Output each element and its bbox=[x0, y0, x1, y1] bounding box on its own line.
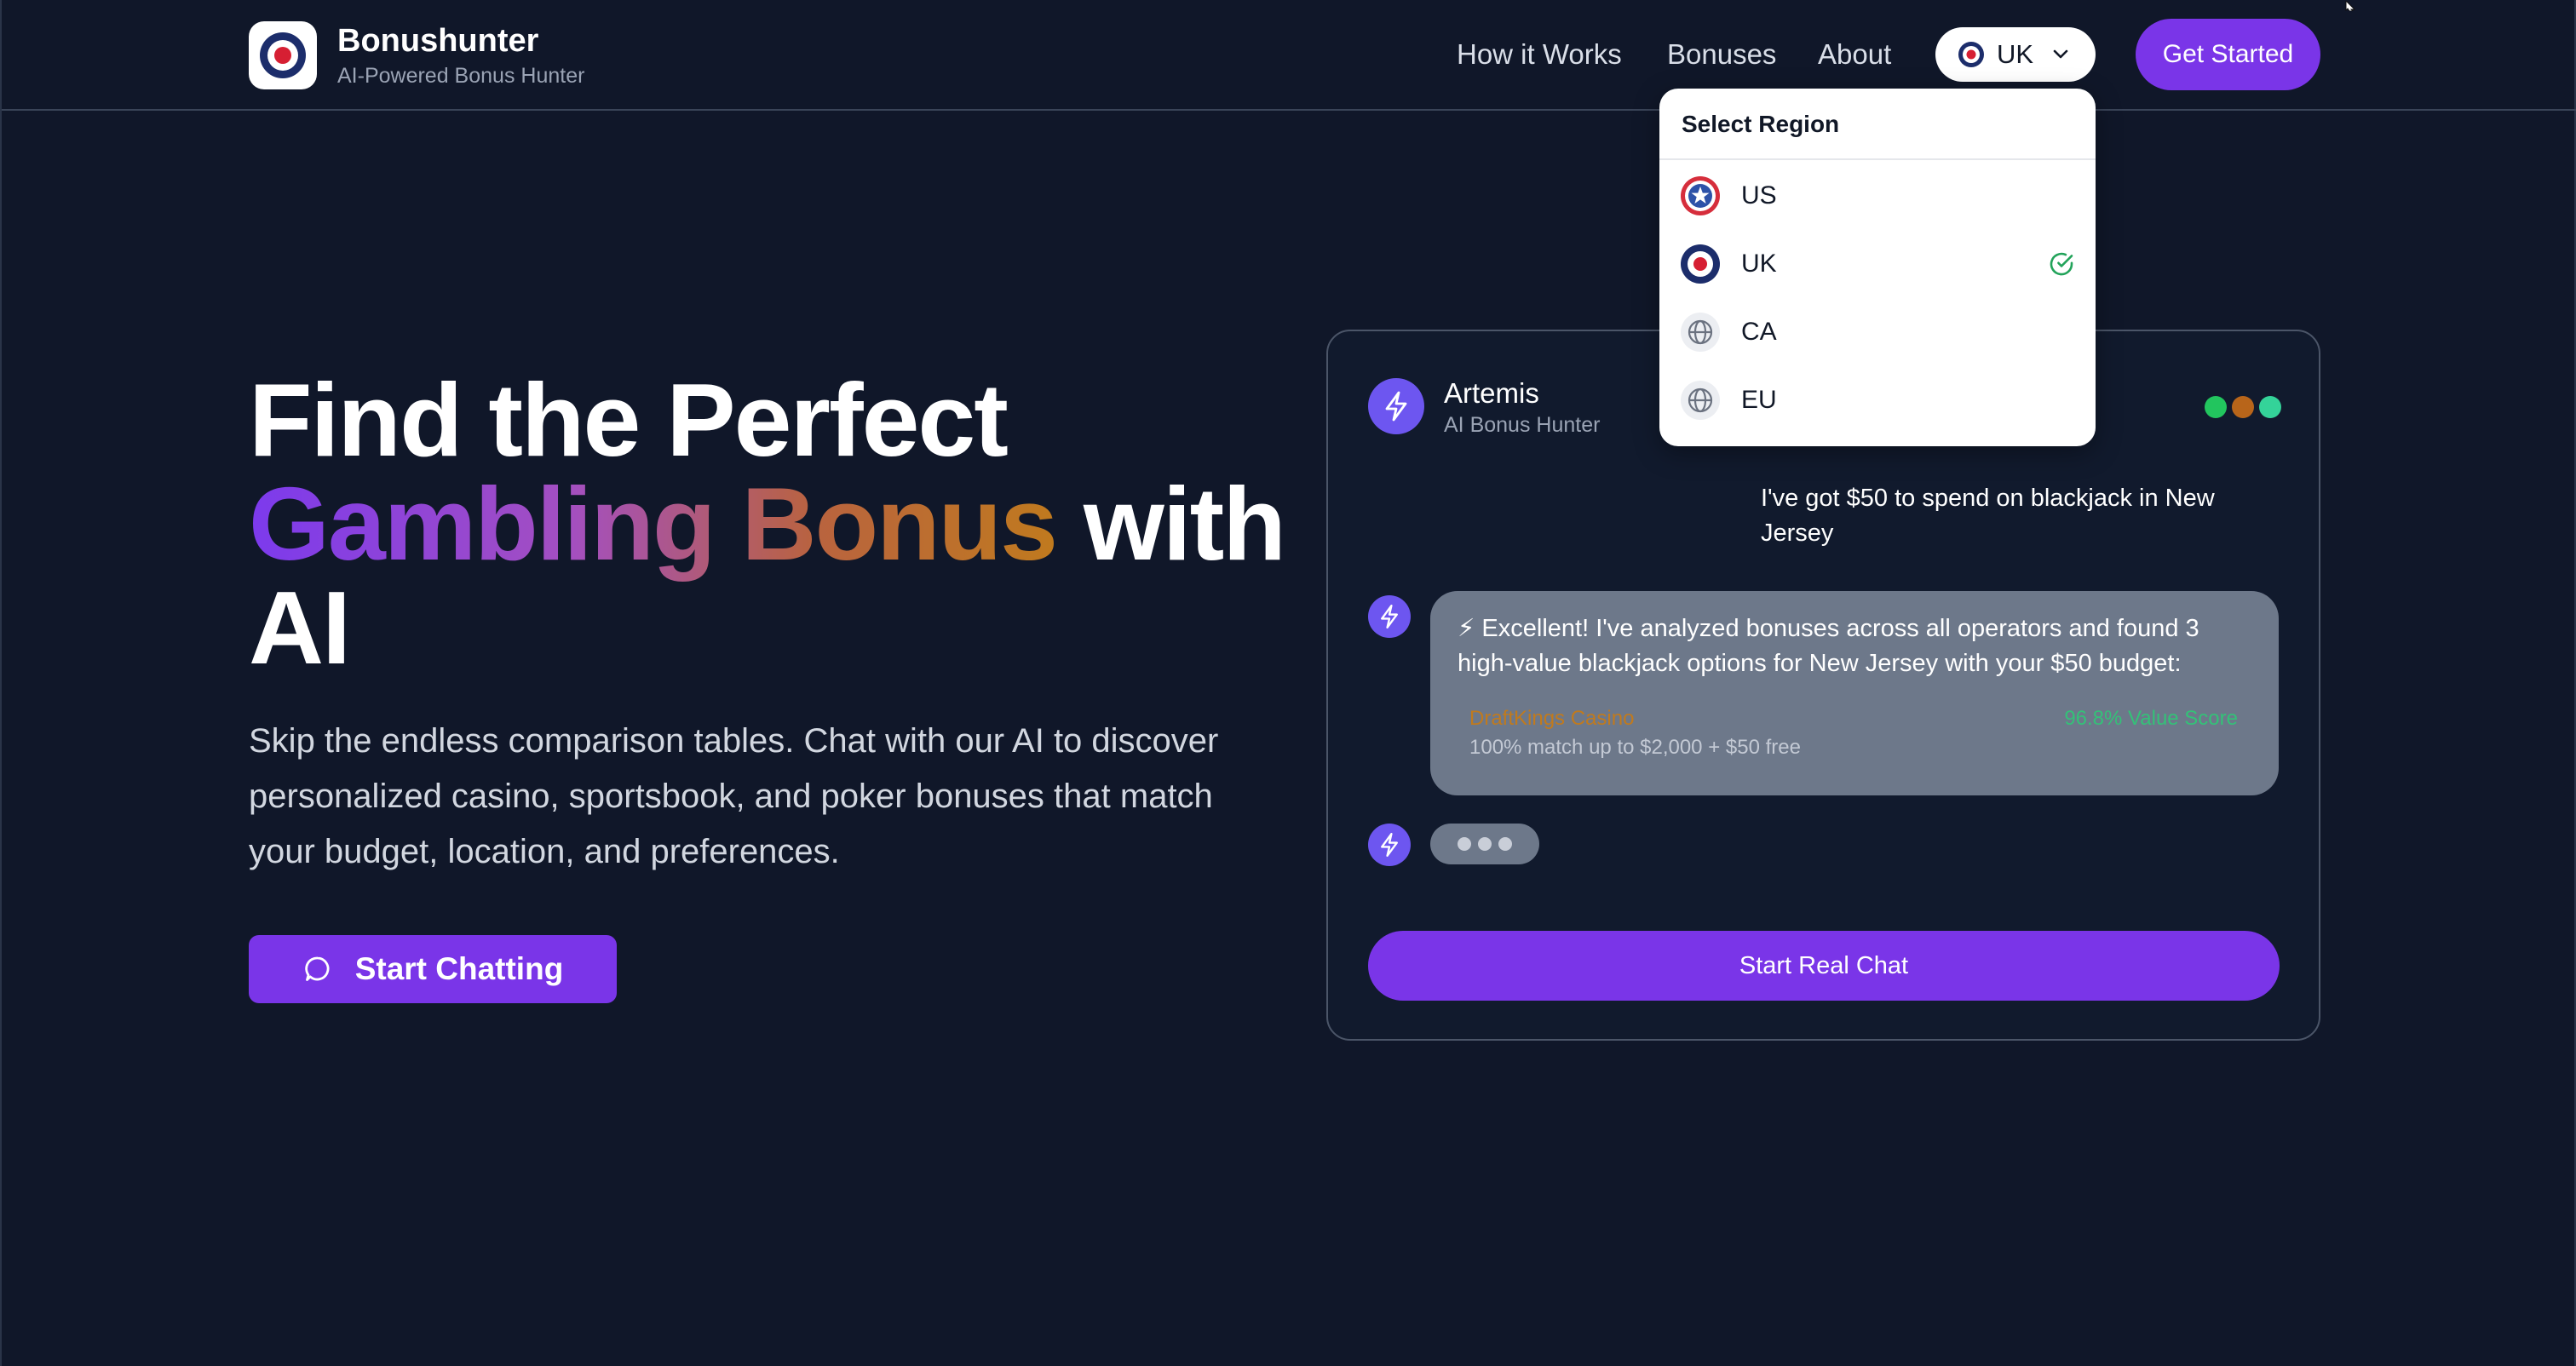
offer-name[interactable]: DraftKings Casino bbox=[1469, 707, 1634, 731]
globe-icon bbox=[1680, 312, 1721, 353]
lightning-bolt-icon bbox=[1368, 595, 1411, 638]
region-option-label: UK bbox=[1741, 250, 1777, 278]
agent-name: Artemis bbox=[1444, 377, 1539, 409]
typing-dot bbox=[1498, 837, 1512, 851]
brand[interactable]: Bonushunter AI-Powered Bonus Hunter bbox=[249, 20, 584, 90]
region-option-us[interactable]: US bbox=[1659, 162, 2096, 230]
nav-about[interactable]: About bbox=[1818, 31, 1891, 78]
region-option-ca[interactable]: CA bbox=[1659, 298, 2096, 366]
globe-icon bbox=[1680, 380, 1721, 421]
uk-roundel-icon bbox=[1958, 41, 1985, 68]
hero-title-highlight: Gambling Bonus bbox=[249, 466, 1058, 582]
region-option-label: EU bbox=[1741, 386, 1777, 414]
page: Bonushunter AI-Powered Bonus Hunter How … bbox=[0, 0, 2576, 1366]
region-dropdown: Select Region US UK CA EU bbox=[1659, 89, 2096, 446]
typing-dot bbox=[1478, 837, 1492, 851]
brand-tagline: AI-Powered Bonus Hunter bbox=[337, 64, 585, 88]
bot-message: ⚡ Excellent! I've analyzed bonuses acros… bbox=[1458, 615, 2199, 677]
hero-title-line-2: Gambling Bonus with bbox=[249, 472, 1286, 576]
region-selector-button[interactable]: UK bbox=[1935, 27, 2096, 82]
hero-title-line-1: Find the Perfect bbox=[249, 362, 1009, 478]
chevron-down-icon bbox=[2050, 44, 2071, 65]
get-started-button[interactable]: Get Started bbox=[2136, 19, 2320, 90]
logo-roundel-icon bbox=[249, 21, 317, 89]
agent-role: AI Bonus Hunter bbox=[1444, 413, 1601, 437]
region-option-eu[interactable]: EU bbox=[1659, 366, 2096, 434]
lightning-bolt-icon bbox=[1368, 378, 1424, 434]
typing-indicator bbox=[1430, 824, 1539, 864]
start-chatting-button[interactable]: Start Chatting bbox=[249, 935, 617, 1003]
offer-value-score: 96.8% Value Score bbox=[2064, 707, 2238, 730]
region-dropdown-title: Select Region bbox=[1659, 89, 2096, 160]
bot-message-bubble: ⚡ Excellent! I've analyzed bonuses acros… bbox=[1430, 591, 2279, 795]
region-current-label: UK bbox=[1997, 39, 2034, 69]
mouse-cursor-icon bbox=[2343, 0, 2361, 15]
nav-how-it-works[interactable]: How it Works bbox=[1457, 31, 1622, 78]
status-dot-teal bbox=[2259, 396, 2281, 418]
start-real-chat-button[interactable]: Start Real Chat bbox=[1368, 931, 2280, 1001]
chat-bubble-icon bbox=[302, 954, 333, 984]
brand-name: Bonushunter bbox=[337, 23, 539, 59]
us-flag-icon bbox=[1680, 175, 1721, 216]
status-dot-orange bbox=[2232, 396, 2254, 418]
offer-description: 100% match up to $2,000 + $50 free bbox=[1469, 736, 1801, 759]
hero-title-line-3: AI bbox=[249, 570, 351, 686]
user-message: I've got $50 to spend on blackjack in Ne… bbox=[1761, 485, 2215, 547]
lightning-bolt-icon bbox=[1368, 824, 1411, 866]
hero-description: Skip the endless comparison tables. Chat… bbox=[249, 722, 1219, 870]
uk-roundel-icon bbox=[1680, 244, 1721, 284]
typing-dot bbox=[1458, 837, 1471, 851]
status-dot-green bbox=[2205, 396, 2227, 418]
region-option-label: US bbox=[1741, 181, 1777, 209]
check-circle-icon bbox=[2048, 250, 2075, 278]
hero-title-tail: with bbox=[1056, 466, 1286, 582]
region-option-label: CA bbox=[1741, 318, 1777, 346]
region-option-uk[interactable]: UK bbox=[1659, 230, 2096, 298]
start-chatting-label: Start Chatting bbox=[354, 951, 564, 986]
header: Bonushunter AI-Powered Bonus Hunter How … bbox=[2, 0, 2576, 111]
nav-bonuses[interactable]: Bonuses bbox=[1667, 31, 1776, 78]
